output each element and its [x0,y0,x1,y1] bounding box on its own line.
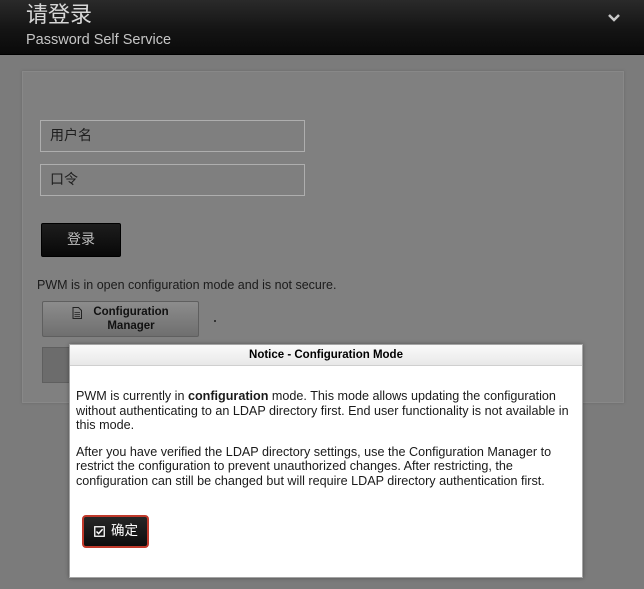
document-icon [72,307,82,319]
app-subtitle: Password Self Service [26,32,172,48]
password-field[interactable] [40,164,305,196]
dialog-title: Notice - Configuration Mode [249,349,403,361]
dialog-paragraph-2: After you have verified the LDAP directo… [76,444,552,488]
configuration-manager-label: Configuration Manager [93,306,169,332]
configuration-manager-button[interactable]: Configuration Manager [42,301,199,337]
security-warning: PWM is in open configuration mode and is… [37,278,337,292]
checkbox-icon [94,526,105,537]
dialog-body: PWM is currently in configuration mode. … [76,389,576,501]
password-input[interactable] [41,165,304,195]
chevron-down-icon[interactable] [606,11,622,25]
ok-button-label: 确定 [111,523,138,539]
notice-dialog: Notice - Configuration Mode PWM is curre… [69,344,583,578]
dialog-paragraph-1: PWM is currently in configuration mode. … [76,389,569,433]
secondary-button[interactable] [42,347,72,383]
dialog-titlebar: Notice - Configuration Mode [70,345,582,366]
header-bar: 请登录 Password Self Service [0,0,644,55]
page-title: 请登录 [26,3,93,28]
login-button[interactable]: 登录 [41,223,121,257]
ok-button[interactable]: 确定 [82,515,149,548]
username-input[interactable] [41,121,304,151]
separator-dot [214,320,216,322]
username-field[interactable] [40,120,305,152]
